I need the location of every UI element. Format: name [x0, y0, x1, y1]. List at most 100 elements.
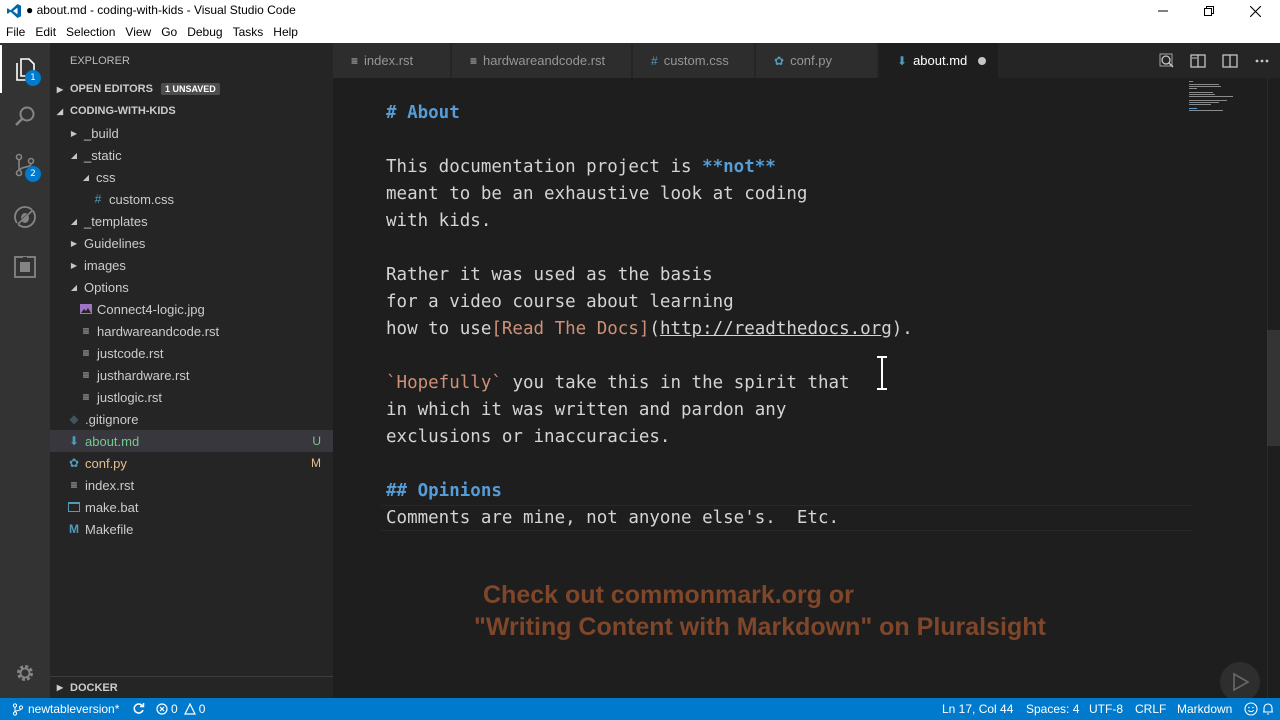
cursor-position[interactable]: Ln 17, Col 44 [942, 702, 1013, 716]
tab-bar: ≡ index.rst ≡ hardwareandcode.rst # cust… [333, 43, 1280, 78]
language-mode[interactable]: Markdown [1177, 702, 1232, 716]
search-button[interactable] [0, 93, 50, 141]
tab-label: hardwareandcode.rst [483, 53, 606, 68]
play-icon [1233, 672, 1250, 692]
code-url[interactable]: http://readthedocs.org [660, 319, 892, 339]
code-line: Rather it was used as the basis [386, 265, 713, 285]
tree-file-conf-py[interactable]: ✿ conf.py M [50, 452, 333, 474]
tree-folder-templates[interactable]: ◢ _templates [50, 210, 333, 232]
code-text: ). [891, 319, 913, 339]
tree-file-justlogic[interactable]: ≡ justlogic.rst [50, 386, 333, 408]
error-count: 0 [171, 702, 178, 716]
makefile-icon: M [69, 522, 79, 536]
tree-label: custom.css [109, 191, 175, 207]
tree-label: Guidelines [84, 235, 146, 251]
tree-label: about.md [85, 433, 140, 449]
editor-area[interactable]: # About This documentation project is **… [333, 78, 1280, 698]
explorer-button[interactable]: 1 [0, 45, 50, 93]
smiley-feedback-icon[interactable] [1244, 702, 1258, 716]
tree-label: Options [84, 279, 129, 295]
code-line: Comments are mine, not anyone else's. Et… [386, 508, 840, 528]
code-line: with kids. [386, 211, 492, 231]
menu-tasks[interactable]: Tasks [227, 22, 268, 43]
settings-button[interactable] [0, 649, 50, 697]
tree-file-justhardware[interactable]: ≡ justhardware.rst [50, 364, 333, 386]
close-icon[interactable] [1232, 0, 1278, 22]
error-icon [156, 703, 168, 715]
menu-selection[interactable]: Selection [60, 22, 119, 43]
tree-folder-guidelines[interactable]: ▶ Guidelines [50, 232, 333, 254]
project-label: CODING-WITH-KIDS [70, 105, 176, 117]
tree-file-make-bat[interactable]: make.bat [50, 496, 333, 518]
project-header[interactable]: ◢ CODING-WITH-KIDS [50, 100, 333, 122]
problems-indicator[interactable]: 0 0 [156, 702, 205, 716]
tree-folder-options[interactable]: ◢ Options [50, 276, 333, 298]
tab-custom-css[interactable]: # custom.css [633, 43, 755, 78]
extensions-button[interactable] [0, 243, 50, 291]
tab-about-md[interactable]: ⬇ about.md [879, 43, 999, 78]
code-line: how to use[Read The Docs](http://readthe… [386, 316, 913, 343]
warning-count: 0 [198, 702, 206, 716]
menu-edit[interactable]: Edit [29, 22, 60, 43]
open-editors-label: OPEN EDITORS [70, 83, 153, 95]
text-cursor-icon [877, 356, 887, 390]
unsaved-dot-icon[interactable] [978, 57, 986, 65]
tree-file-index-rst[interactable]: ≡ index.rst [50, 474, 333, 496]
branch-indicator[interactable]: newtableversion* [12, 702, 119, 716]
code-line: # About [386, 103, 460, 123]
hash-icon: # [94, 192, 102, 206]
encoding[interactable]: UTF-8 [1089, 702, 1123, 716]
code-line: in which it was written and pardon any [386, 400, 787, 420]
minimize-icon[interactable] [1140, 0, 1186, 22]
menu-help[interactable]: Help [267, 22, 302, 43]
image-icon [78, 301, 94, 317]
tree-file-about-md[interactable]: ⬇ about.md U [50, 430, 333, 452]
tree-folder-static[interactable]: ◢ _static [50, 144, 333, 166]
docker-header[interactable]: ▶ DOCKER [50, 676, 333, 698]
open-changes-icon[interactable] [1158, 52, 1176, 70]
tree-label: _templates [84, 213, 148, 229]
scm-badge: 2 [25, 166, 41, 182]
tree-file-justcode[interactable]: ≡ justcode.rst [50, 342, 333, 364]
open-preview-icon[interactable] [1189, 52, 1207, 70]
more-actions-icon[interactable] [1253, 52, 1271, 70]
open-editors-header[interactable]: ▶ OPEN EDITORS 1 UNSAVED [50, 78, 333, 100]
vertical-scrollbar[interactable] [1267, 330, 1280, 446]
debug-button[interactable] [0, 193, 50, 241]
code-text: ( [649, 319, 660, 339]
split-editor-icon[interactable] [1221, 52, 1239, 70]
file-lines-icon: ≡ [82, 390, 90, 404]
restore-icon[interactable] [1186, 0, 1232, 22]
chevron-right-icon: ▶ [70, 260, 78, 270]
tree-folder-build[interactable]: ▶ _build [50, 122, 333, 144]
tab-index-rst[interactable]: ≡ index.rst [333, 43, 451, 78]
minimap[interactable] [1189, 80, 1249, 120]
line-ending[interactable]: CRLF [1135, 702, 1166, 716]
indentation[interactable]: Spaces: 4 [1026, 702, 1079, 716]
code-text: This documentation project is [386, 157, 703, 177]
chevron-down-icon: ◢ [70, 216, 78, 226]
tab-hardwareandcode-rst[interactable]: ≡ hardwareandcode.rst [452, 43, 632, 78]
menu-go[interactable]: Go [155, 22, 181, 43]
menu-file[interactable]: File [0, 22, 29, 43]
tree-file-gitignore[interactable]: ◆ .gitignore [50, 408, 333, 430]
menu-debug[interactable]: Debug [181, 22, 226, 43]
tree-folder-css[interactable]: ◢ css [50, 166, 333, 188]
tab-conf-py[interactable]: ✿ conf.py [756, 43, 878, 78]
tree-file-makefile[interactable]: M Makefile [50, 518, 333, 540]
tree-file-connect4[interactable]: Connect4-logic.jpg [50, 298, 333, 320]
code-inline: `Hopefully` [386, 373, 502, 393]
tree-file-hardwareandcode[interactable]: ≡ hardwareandcode.rst [50, 320, 333, 342]
tree-label: hardwareandcode.rst [97, 323, 220, 339]
tree-label: justlogic.rst [97, 389, 163, 405]
code-line: meant to be an exhaustive look at coding [386, 184, 808, 204]
source-control-button[interactable]: 2 [0, 141, 50, 189]
sync-button[interactable] [132, 702, 145, 715]
bell-icon[interactable] [1262, 702, 1274, 715]
tab-label: about.md [913, 53, 968, 68]
tree-file-custom-css[interactable]: # custom.css [50, 188, 333, 210]
hash-icon: # [651, 53, 658, 68]
tree-folder-images[interactable]: ▶ images [50, 254, 333, 276]
menu-view[interactable]: View [119, 22, 155, 43]
play-button[interactable] [1220, 662, 1260, 702]
